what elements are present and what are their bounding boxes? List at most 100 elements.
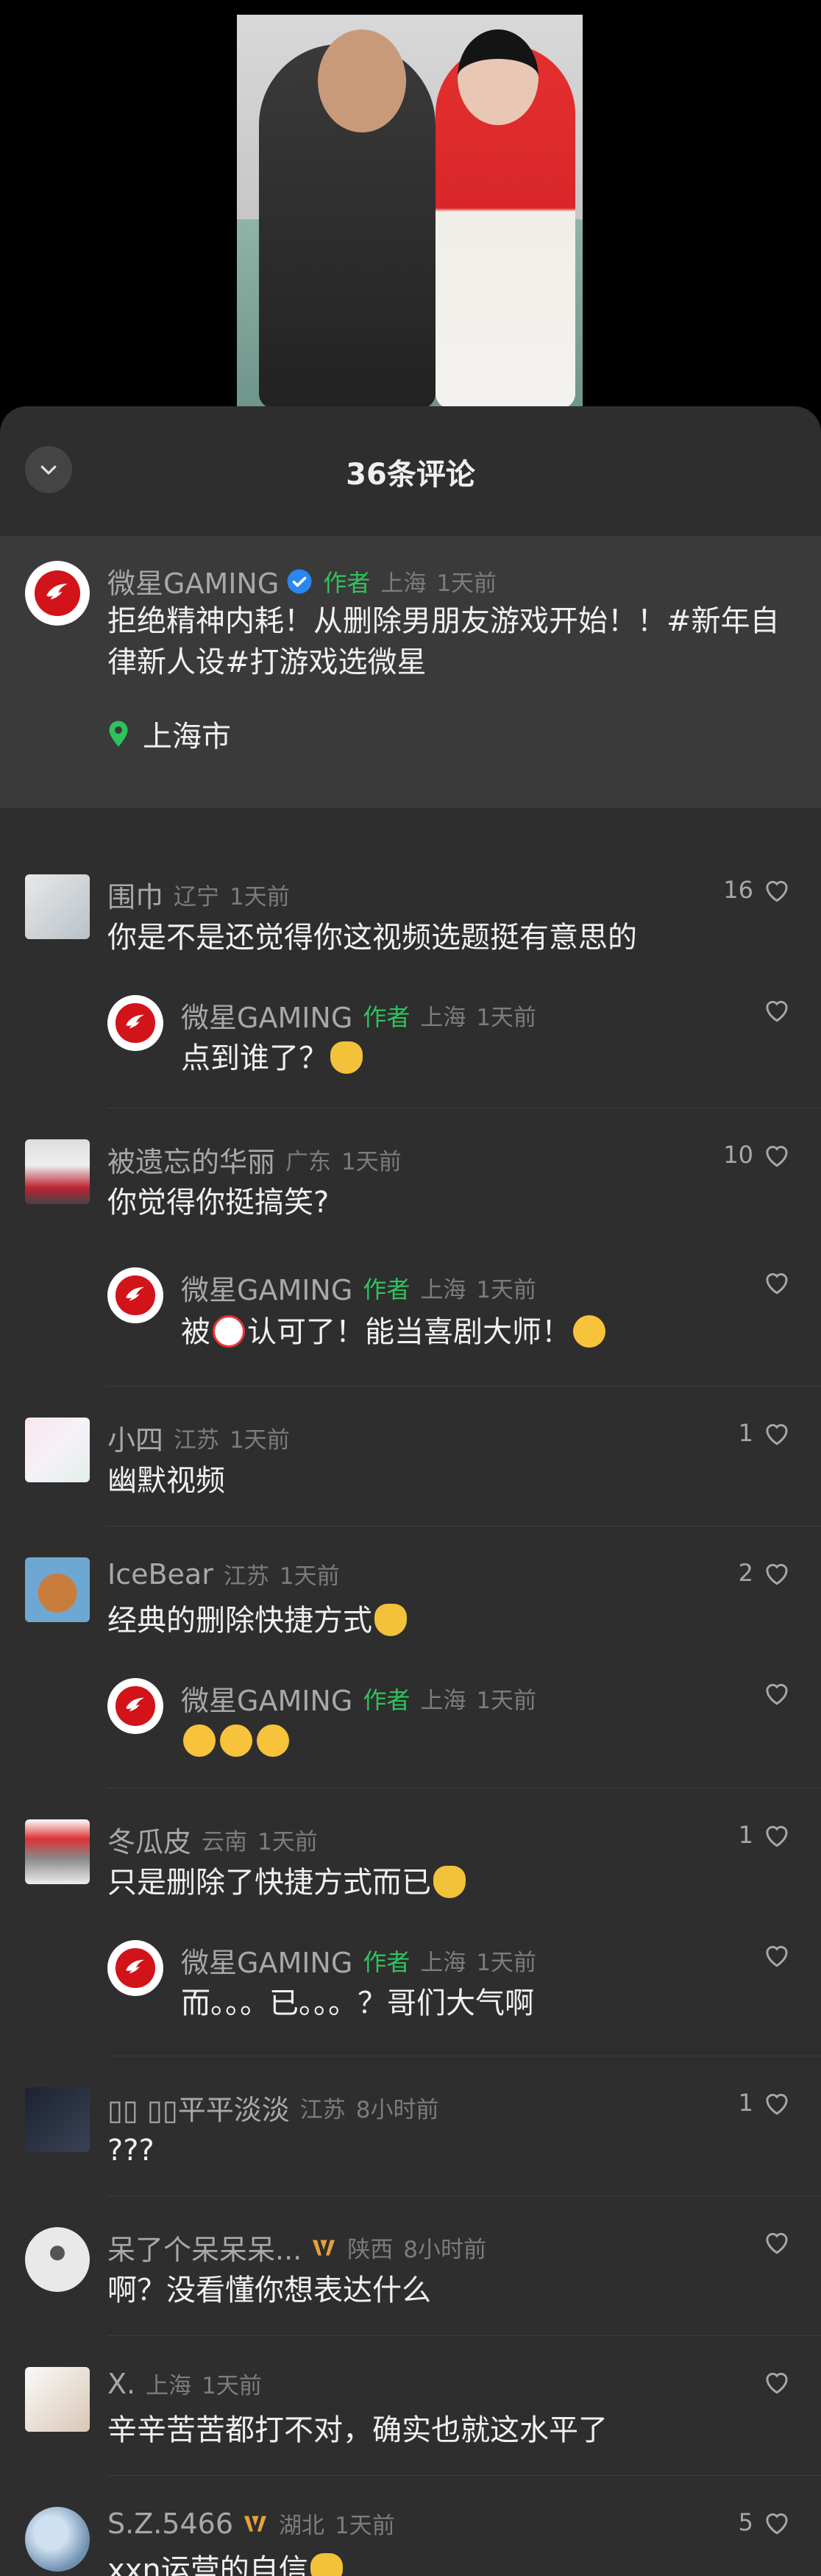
- author-name[interactable]: 微星GAMING: [107, 561, 279, 601]
- comment-text[interactable]: 你觉得你挺搞笑?: [107, 1182, 329, 1223]
- crying-emoji-icon: [257, 1724, 289, 1757]
- author-avatar[interactable]: [107, 1678, 163, 1734]
- like-button[interactable]: [753, 1942, 792, 1968]
- comment-region: 云南: [202, 1829, 248, 1855]
- like-count: 1: [738, 1419, 753, 1447]
- comment-region: 辽宁: [174, 884, 220, 910]
- reply-user-name[interactable]: 微星GAMING: [181, 1267, 352, 1308]
- user-name[interactable]: 冬瓜皮: [107, 1819, 191, 1860]
- user-name[interactable]: 围巾: [107, 874, 163, 915]
- vip-badge-icon: [313, 2240, 335, 2255]
- cat-emoji-icon: [310, 2553, 343, 2576]
- reply-user-name[interactable]: 微星GAMING: [181, 1678, 352, 1719]
- user-avatar[interactable]: [25, 2367, 90, 2432]
- comments-count-title: 36条评论: [346, 458, 475, 492]
- author-avatar[interactable]: [107, 995, 163, 1051]
- reply-text[interactable]: 而。。。已。。。？哥们大气啊: [181, 1983, 534, 2024]
- reply-user-name[interactable]: 微星GAMING: [181, 1940, 352, 1981]
- user-name[interactable]: X.: [107, 2368, 135, 2400]
- user-avatar[interactable]: [25, 1819, 90, 1884]
- video-person-left-head: [318, 29, 406, 132]
- clown-emoji-icon: [213, 1315, 245, 1348]
- comment-text[interactable]: ???: [107, 2130, 154, 2171]
- user-avatar[interactable]: [25, 1418, 90, 1482]
- author-post-text[interactable]: 拒绝精神内耗！从删除男朋友游戏开始！！#新年自 律新人设#打游戏选微星: [107, 601, 799, 683]
- comment-text[interactable]: 啊？没看懂你想表达什么: [107, 2270, 431, 2311]
- user-name[interactable]: S.Z.5466: [107, 2508, 233, 2540]
- cat-emoji-icon: [374, 1604, 407, 1636]
- heart-icon: [766, 2372, 788, 2394]
- comment-text[interactable]: 你是不是还觉得你这视频选题挺有意思的: [107, 917, 637, 958]
- comment-time: 1天前: [335, 2513, 395, 2539]
- heart-icon: [766, 1563, 788, 1585]
- reply-user-name[interactable]: 微星GAMING: [181, 995, 352, 1036]
- like-button[interactable]: [753, 2368, 792, 2395]
- like-button[interactable]: 1: [739, 2089, 792, 2117]
- location-tag[interactable]: 上海市: [107, 712, 231, 755]
- author-post-meta: 微星GAMING 作者 上海 1天前: [107, 561, 497, 601]
- user-name[interactable]: 呆了个呆呆呆...: [107, 2227, 302, 2268]
- like-count: 16: [723, 876, 753, 904]
- author-post-text-line1: 拒绝精神内耗！从删除男朋友游戏开始！！#新年自: [107, 604, 780, 638]
- comment-region: 江苏: [174, 1427, 220, 1454]
- author-avatar[interactable]: [107, 1940, 163, 1996]
- reply-meta: 微星GAMING 作者 上海 1天前: [181, 1678, 536, 1719]
- user-avatar[interactable]: [25, 2087, 90, 2152]
- author-post: 微星GAMING 作者 上海 1天前 拒绝精神内耗！从删除男朋友游戏开始！！#新…: [0, 536, 821, 808]
- user-avatar[interactable]: [25, 1139, 90, 1204]
- like-button[interactable]: [753, 997, 792, 1023]
- comment-item: X. 上海 1天前 辛辛苦苦都打不对，确实也就这水平了: [0, 2336, 821, 2476]
- reply-text[interactable]: [181, 1721, 291, 1762]
- comment-text-content: 经典的删除快捷方式: [107, 1604, 372, 1638]
- comment-region: 陕西: [347, 2237, 394, 2263]
- grin-emoji-icon: [573, 1315, 605, 1348]
- heart-icon: [766, 2232, 788, 2254]
- like-button[interactable]: 2: [739, 1559, 792, 1587]
- comment-meta: S.Z.5466 湖北 1天前: [107, 2507, 395, 2540]
- like-button[interactable]: [753, 2229, 792, 2255]
- heart-icon: [766, 2093, 788, 2115]
- like-button[interactable]: 5: [739, 2508, 792, 2536]
- crying-emoji-icon: [183, 1724, 216, 1757]
- comment-text[interactable]: 经典的删除快捷方式: [107, 1600, 409, 1641]
- reply-text[interactable]: 点到谁了？: [181, 1038, 365, 1079]
- user-avatar[interactable]: [25, 874, 90, 939]
- comment-text[interactable]: 辛辛苦苦都打不对，确实也就这水平了: [107, 2410, 608, 2451]
- like-button[interactable]: [753, 1269, 792, 1295]
- comment-text[interactable]: 幽默视频: [107, 1460, 225, 1501]
- like-button[interactable]: 1: [739, 1419, 792, 1447]
- comment-text[interactable]: 只是删除了快捷方式而已: [107, 1862, 468, 1903]
- like-button[interactable]: [753, 1680, 792, 1706]
- heart-icon: [766, 1273, 788, 1295]
- user-name[interactable]: 小四: [107, 1418, 163, 1458]
- author-avatar[interactable]: [25, 561, 90, 626]
- comment-item: 小四 江苏 1天前 1 幽默视频: [0, 1387, 821, 1526]
- user-avatar[interactable]: [25, 2507, 90, 2572]
- comment-region: 江苏: [223, 1563, 269, 1590]
- like-count: 5: [738, 2508, 753, 2536]
- reply-text-part-b: 认可了！能当喜剧大师！: [247, 1315, 571, 1349]
- reply-meta: 微星GAMING 作者 上海 1天前: [181, 995, 536, 1036]
- user-name[interactable]: ▯▯ ▯▯平平淡淡: [107, 2087, 290, 2128]
- like-count: 1: [738, 1821, 753, 1849]
- user-avatar[interactable]: [25, 1557, 90, 1622]
- comment-item: S.Z.5466 湖北 1天前 5 xxn运营的自信: [0, 2476, 821, 2576]
- author-avatar[interactable]: [107, 1267, 163, 1323]
- like-button[interactable]: 16: [723, 876, 792, 904]
- like-count: 2: [738, 1559, 753, 1587]
- author-tag: 作者: [363, 1947, 410, 1976]
- comments-header: 36条评论: [0, 406, 821, 536]
- reply-text[interactable]: 被 认可了！能当喜剧大师！: [181, 1312, 608, 1353]
- user-name[interactable]: IceBear: [107, 1558, 213, 1590]
- like-button[interactable]: 10: [723, 1141, 792, 1169]
- user-avatar[interactable]: [25, 2227, 90, 2292]
- like-button[interactable]: 1: [739, 1821, 792, 1849]
- user-name[interactable]: 被遗忘的华丽: [107, 1139, 275, 1180]
- comment-time: 1天前: [230, 884, 290, 910]
- heart-icon: [766, 1423, 788, 1446]
- video-preview[interactable]: [237, 15, 583, 408]
- comment-text[interactable]: xxn运营的自信: [107, 2550, 345, 2576]
- reply-meta: 微星GAMING 作者 上海 1天前: [181, 1940, 536, 1981]
- comment-item: 呆了个呆呆呆... 陕西 8小时前 啊？没看懂你想表达什么: [0, 2196, 821, 2336]
- heart-icon: [766, 1945, 788, 1967]
